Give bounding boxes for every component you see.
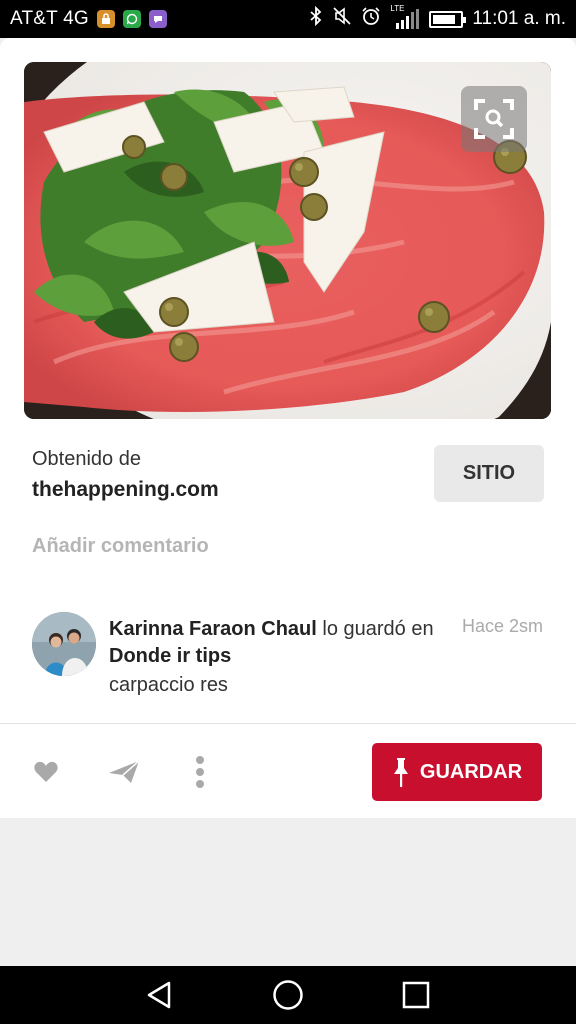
save-button-label: GUARDAR — [419, 760, 523, 783]
battery-fill — [433, 14, 456, 24]
send-icon[interactable] — [106, 756, 142, 788]
visit-site-button[interactable]: SITIO — [434, 445, 544, 502]
activity-action: lo guardó en — [316, 618, 434, 640]
avatar-photo — [32, 612, 96, 676]
home-icon[interactable] — [271, 978, 305, 1012]
visual-search-icon — [474, 99, 514, 139]
status-right: LTE 11:01 a. m. — [309, 4, 566, 32]
activity-time: Hace 2sm — [461, 616, 543, 636]
pushpin-icon — [393, 758, 408, 787]
activity-user-name[interactable]: Karinna Faraon Chaul — [109, 618, 317, 640]
activity-text: Karinna Faraon Chaul lo guardó en Donde … — [109, 616, 439, 670]
save-button[interactable]: GUARDAR — [372, 743, 542, 801]
recent-apps-icon[interactable] — [399, 978, 433, 1012]
mute-icon — [332, 6, 352, 32]
app-notification-icon — [148, 10, 167, 28]
battery-icon — [429, 10, 467, 28]
visual-search-button[interactable] — [461, 86, 527, 152]
clock: 11:01 a. m. — [472, 8, 566, 29]
navigation-bar — [0, 966, 576, 1024]
alarm-icon — [361, 6, 381, 32]
back-icon[interactable] — [143, 978, 177, 1012]
activity-board-name[interactable]: Donde ir tips — [109, 645, 231, 667]
signal-icon: LTE — [390, 4, 420, 30]
divider — [0, 723, 576, 724]
heart-icon[interactable] — [30, 756, 62, 788]
source-label: Obtenido de — [32, 448, 141, 470]
pin-image[interactable] — [24, 62, 551, 419]
lock-notification-icon — [96, 10, 115, 28]
user-avatar[interactable] — [32, 612, 96, 676]
bluetooth-icon — [309, 5, 323, 32]
source-domain-link[interactable]: thehappening.com — [32, 478, 219, 502]
pin-card: Obtenido de thehappening.com SITIO Añadi… — [0, 38, 576, 818]
whatsapp-icon — [122, 10, 141, 28]
more-options-icon[interactable] — [188, 752, 212, 792]
status-left: AT&T 4G — [10, 8, 167, 30]
carrier-label: AT&T 4G — [10, 8, 89, 29]
add-comment-link[interactable]: Añadir comentario — [32, 535, 209, 558]
status-bar: AT&T 4G LTE 11:01 a. m. — [0, 0, 576, 38]
pin-description: carpaccio res — [109, 674, 228, 696]
